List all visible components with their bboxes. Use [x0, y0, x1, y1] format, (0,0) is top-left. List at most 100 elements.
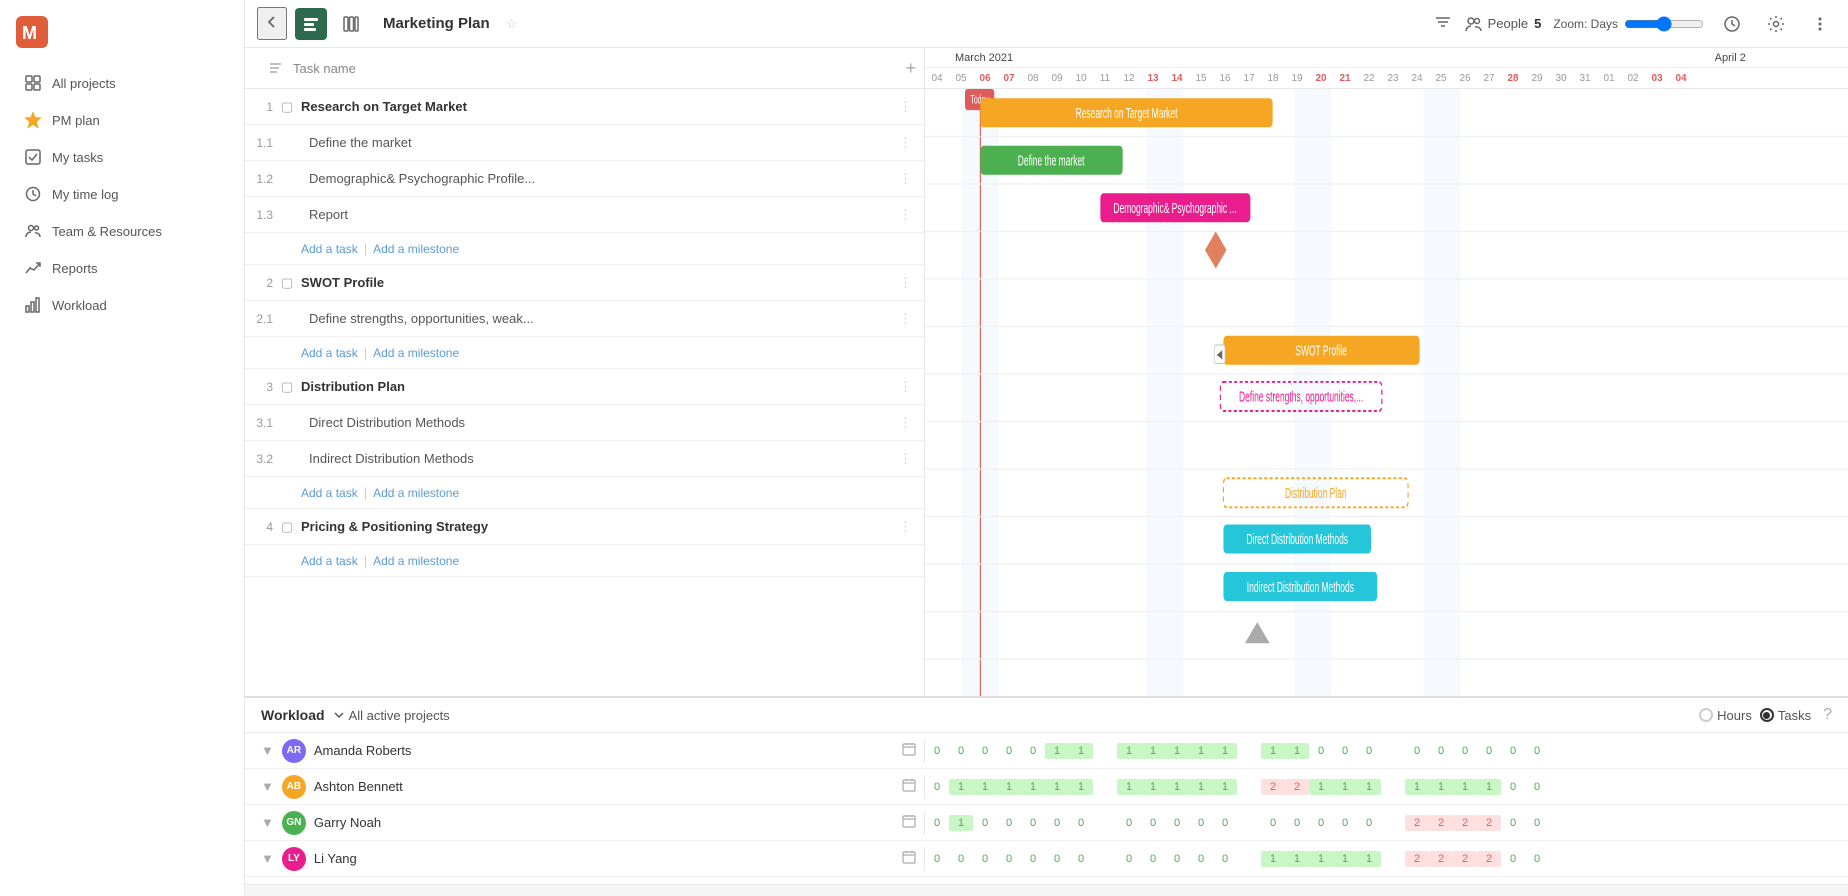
zoom-slider[interactable] — [1624, 16, 1704, 32]
add-task-link[interactable]: Add a task — [301, 346, 358, 360]
avatar: AB — [282, 775, 306, 799]
day-label: 01 — [1597, 73, 1621, 84]
wl-cell: 1 — [1357, 779, 1381, 795]
wl-cell: 1 — [1261, 851, 1285, 867]
wl-cell: 0 — [1165, 851, 1189, 867]
wl-cell: 1 — [949, 779, 973, 795]
favorite-button[interactable]: ☆ — [506, 16, 518, 32]
wl-cells: 0 1 0 0 0 0 0 0 0 0 0 0 0 0 0 — [925, 815, 1848, 831]
expand-icon[interactable]: ▢ — [281, 275, 301, 291]
calendar-icon[interactable] — [902, 850, 916, 867]
wl-cell: 1 — [1165, 743, 1189, 759]
task-row: 2 ▢ SWOT Profile ⋮ — [245, 265, 924, 301]
task-menu-icon[interactable]: ⋮ — [891, 379, 920, 395]
wl-cell: 0 — [925, 851, 949, 867]
settings-button[interactable] — [1760, 8, 1792, 40]
more-button[interactable] — [1804, 8, 1836, 40]
svg-text:Define the market: Define the market — [1018, 152, 1085, 169]
task-menu-icon[interactable]: ⋮ — [891, 171, 920, 187]
hours-radio[interactable]: Hours — [1699, 708, 1752, 723]
bar-chart-icon — [24, 296, 42, 314]
wl-cell: 0 — [1525, 851, 1549, 867]
task-menu-icon[interactable]: ⋮ — [891, 415, 920, 431]
wl-expand-icon[interactable]: ▼ — [261, 779, 274, 794]
timeline-panel: Today Research on Targe — [925, 89, 1848, 696]
wl-cell: 0 — [1525, 743, 1549, 759]
task-menu-icon[interactable]: ⋮ — [891, 99, 920, 115]
wl-cell: 0 — [1501, 779, 1525, 795]
day-label: 02 — [1621, 73, 1645, 84]
trending-up-icon — [24, 259, 42, 277]
wl-cell: 1 — [1309, 851, 1333, 867]
task-row: 3.2 Indirect Distribution Methods ⋮ — [245, 441, 924, 477]
task-menu-icon[interactable]: ⋮ — [891, 275, 920, 291]
svg-text:Demographic& Psychographic ...: Demographic& Psychographic ... — [1113, 200, 1236, 217]
sidebar-item-team-resources[interactable]: Team & Resources — [8, 213, 236, 249]
add-milestone-link[interactable]: Add a milestone — [373, 242, 459, 256]
wl-expand-icon[interactable]: ▼ — [261, 851, 274, 866]
filter-button[interactable] — [1434, 13, 1452, 34]
wl-cell: 2 — [1285, 779, 1309, 795]
hours-radio-button[interactable] — [1699, 708, 1713, 722]
svg-text:Direct Distribution Methods: Direct Distribution Methods — [1247, 531, 1349, 548]
add-task-link[interactable]: Add a task — [301, 554, 358, 568]
horizontal-scrollbar[interactable] — [245, 884, 1848, 896]
wl-cell — [1381, 857, 1405, 861]
task-row: 2.1 Define strengths, opportunities, wea… — [245, 301, 924, 337]
board-view-button[interactable] — [335, 8, 367, 40]
header-right-controls: People 5 Zoom: Days — [1434, 8, 1836, 40]
back-button[interactable] — [257, 7, 287, 40]
calendar-icon[interactable] — [902, 778, 916, 795]
task-name: Define strengths, opportunities, weak... — [301, 311, 891, 326]
expand-icon[interactable]: ▢ — [281, 379, 301, 395]
add-milestone-link[interactable]: Add a milestone — [373, 554, 459, 568]
day-label: 07 — [997, 73, 1021, 84]
sidebar-item-pm-plan[interactable]: PM plan — [8, 102, 236, 138]
history-button[interactable] — [1716, 8, 1748, 40]
wl-cell: 1 — [1453, 779, 1477, 795]
wl-cell: 2 — [1405, 851, 1429, 867]
gantt-view-button[interactable] — [295, 8, 327, 40]
wl-cell: 0 — [1189, 851, 1213, 867]
tasks-radio[interactable]: Tasks — [1760, 708, 1811, 723]
wl-cell: 0 — [1045, 851, 1069, 867]
add-task-link[interactable]: Add a task — [301, 242, 358, 256]
sidebar-item-my-tasks[interactable]: My tasks — [8, 139, 236, 175]
expand-icon[interactable]: ▢ — [281, 519, 301, 535]
workload-view-toggle: Hours Tasks — [1699, 708, 1811, 723]
calendar-icon[interactable] — [902, 742, 916, 759]
avatar: GN — [282, 811, 306, 835]
tasks-radio-button[interactable] — [1760, 708, 1774, 722]
sidebar-item-reports[interactable]: Reports — [8, 250, 236, 286]
expand-icon[interactable]: ▢ — [281, 99, 301, 115]
day-label: 03 — [1645, 73, 1669, 84]
add-column-button[interactable]: + — [905, 58, 916, 79]
task-row: 1.2 Demographic& Psychographic Profile..… — [245, 161, 924, 197]
task-menu-icon[interactable]: ⋮ — [891, 207, 920, 223]
wl-cell: 0 — [925, 815, 949, 831]
day-label: 13 — [1141, 73, 1165, 84]
wl-expand-icon[interactable]: ▼ — [261, 743, 274, 758]
sidebar-item-my-time-log[interactable]: My time log — [8, 176, 236, 212]
task-menu-icon[interactable]: ⋮ — [891, 519, 920, 535]
help-button[interactable]: ? — [1823, 706, 1832, 724]
add-milestone-link[interactable]: Add a milestone — [373, 346, 459, 360]
task-menu-icon[interactable]: ⋮ — [891, 451, 920, 467]
task-menu-icon[interactable]: ⋮ — [891, 311, 920, 327]
sidebar-item-workload[interactable]: Workload — [8, 287, 236, 323]
workload-header: Workload All active projects Hours Tasks… — [245, 698, 1848, 733]
sidebar-item-all-projects[interactable]: All projects — [8, 65, 236, 101]
wl-cells: 0 0 0 0 0 1 1 1 1 1 1 1 1 1 0 — [925, 743, 1848, 759]
check-square-icon — [24, 148, 42, 166]
add-milestone-link[interactable]: Add a milestone — [373, 486, 459, 500]
add-task-link[interactable]: Add a task — [301, 486, 358, 500]
wl-cell: 0 — [1117, 851, 1141, 867]
workload-projects-dropdown[interactable]: All active projects — [333, 708, 450, 723]
wl-expand-icon[interactable]: ▼ — [261, 815, 274, 830]
sidebar-item-label: PM plan — [52, 113, 100, 128]
calendar-icon[interactable] — [902, 814, 916, 831]
task-menu-icon[interactable]: ⋮ — [891, 135, 920, 151]
sort-icon[interactable] — [269, 60, 285, 76]
wl-cell: 0 — [1117, 815, 1141, 831]
day-label: 14 — [1165, 73, 1189, 84]
